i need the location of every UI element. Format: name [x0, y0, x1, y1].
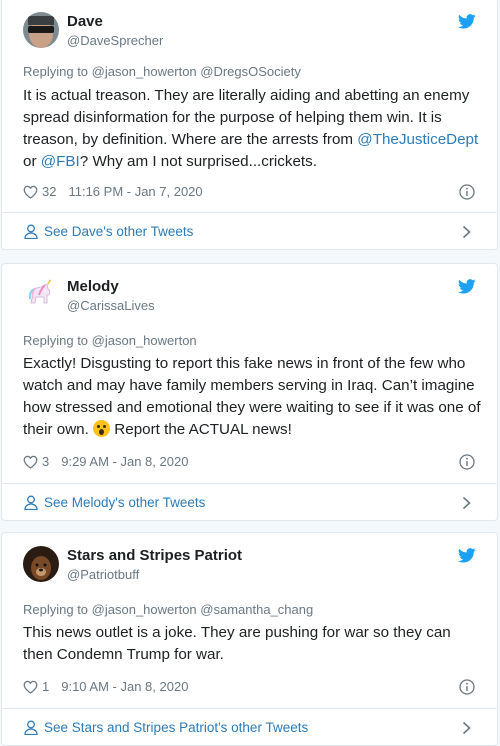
replying-to: Replying to @jason_howerton @samantha_ch… [23, 602, 313, 618]
heart-icon[interactable] [23, 185, 38, 199]
avatar[interactable] [23, 546, 59, 582]
tweet-card: Stars and Stripes Patriot @Patriotbuff R… [1, 532, 498, 746]
user-handle[interactable]: @DaveSprecher [67, 33, 163, 49]
avatar[interactable] [23, 12, 59, 48]
display-name[interactable]: Stars and Stripes Patriot [67, 547, 242, 565]
chevron-right-icon[interactable] [462, 225, 471, 239]
tweet-text-segment: Report the ACTUAL news! [110, 421, 292, 438]
display-name[interactable]: Melody [67, 278, 119, 296]
timestamp[interactable]: 9:10 AM - Jan 8, 2020 [61, 679, 188, 695]
see-other-tweets-label[interactable]: See Melody's other Tweets [44, 495, 205, 511]
person-icon [24, 720, 38, 735]
person-icon [24, 495, 38, 510]
chevron-right-icon[interactable] [462, 721, 471, 735]
twitter-bird-icon[interactable] [458, 279, 476, 294]
replying-to-label: Replying to [23, 64, 89, 79]
tweet-text-segment: This news outlet is a joke. They are pus… [23, 624, 451, 663]
tweet-text-segment: or [23, 153, 41, 170]
tweet-text-segment: ? Why am I not surprised...crickets. [79, 153, 317, 170]
twitter-bird-icon[interactable] [458, 548, 476, 563]
user-handle[interactable]: @Patriotbuff [67, 567, 139, 583]
tweet-text: Exactly! Disgusting to report this fake … [23, 353, 483, 441]
info-icon[interactable] [459, 184, 475, 200]
tweet-meta: 32 11:16 PM - Jan 7, 2020 [23, 184, 203, 200]
info-icon[interactable] [459, 454, 475, 470]
tweet-text: It is actual treason. They are literally… [23, 85, 483, 173]
see-other-tweets-link[interactable]: See Dave's other Tweets [2, 212, 497, 249]
tweet-card: Dave @DaveSprecher Replying to @jason_ho… [1, 0, 498, 250]
tweet[interactable]: Melody @CarissaLives Replying to @jason_… [2, 264, 497, 483]
replying-to: Replying to @jason_howerton [23, 333, 197, 349]
user-handle[interactable]: @CarissaLives [67, 298, 155, 314]
see-other-tweets-link[interactable]: See Stars and Stripes Patriot's other Tw… [2, 708, 497, 745]
replying-to-label: Replying to [23, 602, 89, 617]
person-icon [24, 224, 38, 239]
tweet-text: This news outlet is a joke. They are pus… [23, 622, 483, 666]
display-name[interactable]: Dave [67, 13, 103, 31]
see-other-tweets-label[interactable]: See Stars and Stripes Patriot's other Tw… [44, 720, 308, 736]
tweet-meta: 1 9:10 AM - Jan 8, 2020 [23, 679, 188, 695]
tweet[interactable]: Dave @DaveSprecher Replying to @jason_ho… [2, 0, 497, 212]
twitter-bird-icon[interactable] [458, 14, 476, 29]
timestamp[interactable]: 9:29 AM - Jan 8, 2020 [61, 454, 188, 470]
like-count[interactable]: 32 [42, 184, 56, 200]
like-count[interactable]: 1 [42, 679, 49, 695]
tweet-card: Melody @CarissaLives Replying to @jason_… [1, 263, 498, 521]
replying-to: Replying to @jason_howerton @DregsOSocie… [23, 64, 301, 80]
info-icon[interactable] [459, 679, 475, 695]
avatar[interactable] [23, 277, 59, 313]
mention-link[interactable]: @TheJusticeDept [357, 131, 478, 148]
replying-to-label: Replying to [23, 333, 89, 348]
see-other-tweets-link[interactable]: See Melody's other Tweets [2, 483, 497, 520]
chevron-right-icon[interactable] [462, 496, 471, 510]
tweet[interactable]: Stars and Stripes Patriot @Patriotbuff R… [2, 533, 497, 708]
replying-to-handles[interactable]: @jason_howerton @samantha_chang [92, 602, 314, 617]
heart-icon[interactable] [23, 680, 38, 694]
astonished-face-emoji-icon [93, 420, 111, 437]
like-count[interactable]: 3 [42, 454, 49, 470]
heart-icon[interactable] [23, 455, 38, 469]
replying-to-handles[interactable]: @jason_howerton @DregsOSociety [92, 64, 301, 79]
see-other-tweets-label[interactable]: See Dave's other Tweets [44, 224, 193, 240]
replying-to-handles[interactable]: @jason_howerton [92, 333, 197, 348]
timestamp[interactable]: 11:16 PM - Jan 7, 2020 [68, 184, 202, 200]
tweet-meta: 3 9:29 AM - Jan 8, 2020 [23, 454, 188, 470]
mention-link[interactable]: @FBI [41, 153, 80, 170]
